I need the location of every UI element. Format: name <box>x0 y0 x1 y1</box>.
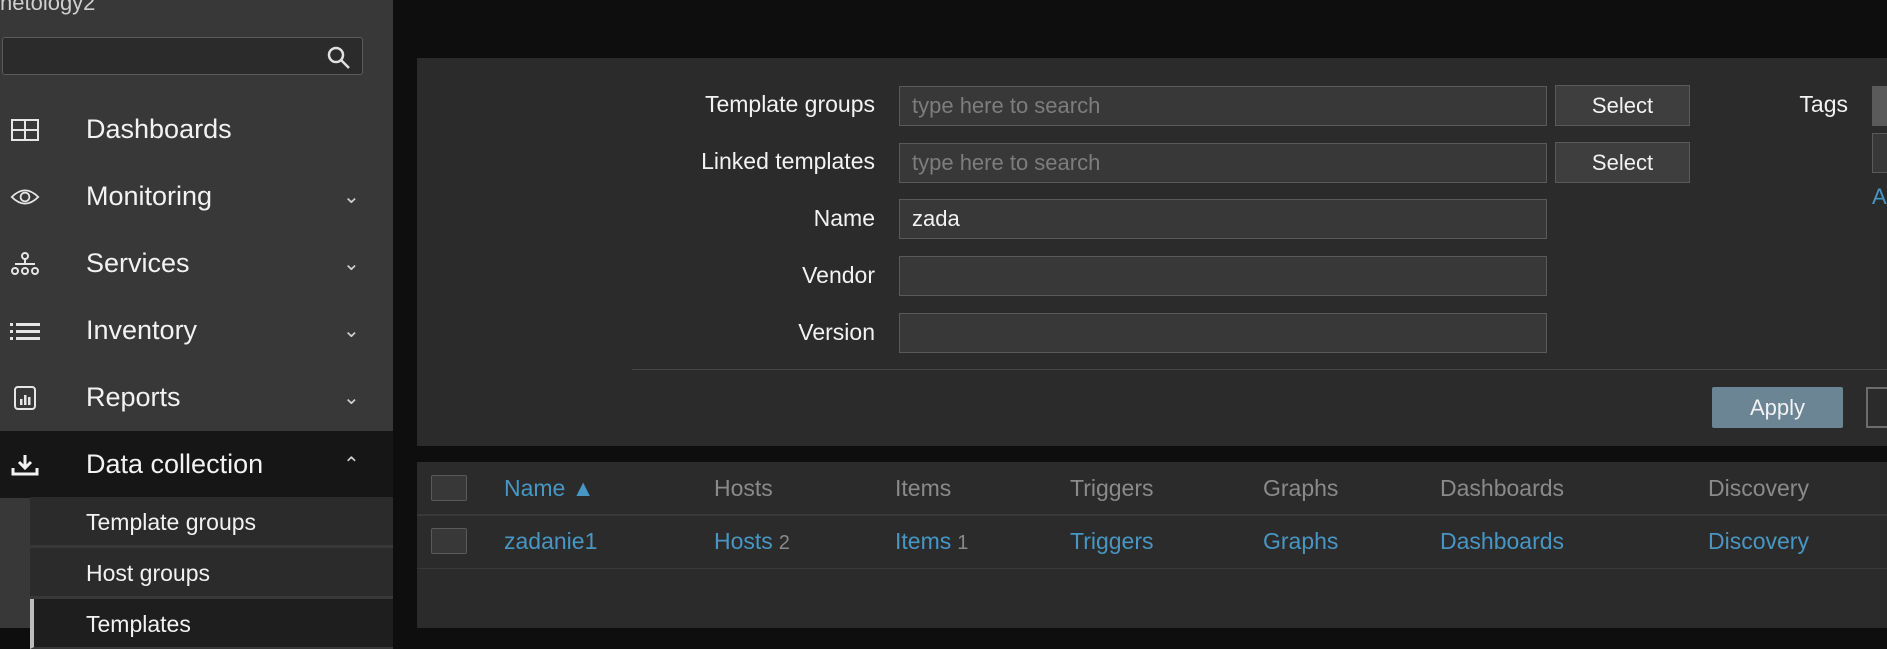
list-icon <box>10 316 40 346</box>
column-graphs: Graphs <box>1263 475 1339 501</box>
table-header: Name ▲ Hosts Items Triggers Graphs Dashb… <box>417 462 1887 516</box>
hosts-link-label: Hosts <box>714 528 773 554</box>
column-hosts: Hosts <box>714 475 773 501</box>
template-name-link[interactable]: zadanie1 <box>504 528 597 555</box>
submenu-item-template-groups[interactable]: Template groups <box>30 497 393 547</box>
linked-templates-input[interactable]: type here to search <box>899 143 1547 183</box>
column-dashboards: Dashboards <box>1440 475 1565 501</box>
sidebar-item-services[interactable]: Services ⌄ <box>0 230 393 297</box>
name-label: Name <box>813 205 875 231</box>
download-icon <box>10 450 40 480</box>
items-link[interactable]: Items 1 <box>895 528 968 555</box>
sidebar: netology2 Dashboards Monitoring ⌄ Servic… <box>0 0 393 649</box>
tag-input[interactable] <box>1872 133 1887 173</box>
row-checkbox[interactable] <box>431 528 467 554</box>
template-groups-input[interactable]: type here to search <box>899 86 1547 126</box>
search-icon[interactable] <box>326 45 352 71</box>
chevron-up-icon: ⌃ <box>343 454 360 476</box>
sidebar-item-label: Dashboards <box>86 114 232 144</box>
discovery-link[interactable]: Discovery <box>1708 528 1809 555</box>
chevron-down-icon: ⌄ <box>343 320 360 342</box>
triggers-link[interactable]: Triggers <box>1070 528 1154 555</box>
chevron-down-icon: ⌄ <box>343 387 360 409</box>
column-discovery: Discovery <box>1708 475 1809 501</box>
linked-templates-label: Linked templates <box>701 148 875 174</box>
add-tag-link[interactable]: A <box>1872 184 1887 210</box>
sidebar-item-label: Reports <box>86 382 181 412</box>
vendor-input[interactable] <box>899 256 1547 296</box>
sidebar-item-label: Monitoring <box>86 181 213 211</box>
column-items: Items <box>895 475 952 501</box>
apply-button[interactable]: Apply <box>1712 387 1843 428</box>
sidebar-item-label: Inventory <box>86 315 198 345</box>
items-link-label: Items <box>895 528 952 554</box>
template-groups-label: Template groups <box>704 91 875 117</box>
submenu-label: Templates <box>86 611 191 637</box>
dashboards-link[interactable]: Dashboards <box>1440 528 1564 555</box>
divider <box>632 369 1887 370</box>
eye-icon <box>10 182 40 212</box>
sidebar-item-dashboards[interactable]: Dashboards <box>0 96 393 163</box>
hosts-count: 2 <box>778 532 790 554</box>
dashboards-icon <box>10 115 40 145</box>
version-input[interactable] <box>899 313 1547 353</box>
report-icon <box>10 383 40 413</box>
submenu-item-templates[interactable]: Templates <box>30 599 393 649</box>
version-label: Version <box>798 319 875 345</box>
top-bar <box>393 0 1887 58</box>
table-row: zadanie1 Hosts 2 Items 1 Triggers Graphs D… <box>417 516 1887 569</box>
server-name: netology2 <box>0 0 96 15</box>
sidebar-item-label: Data collection <box>86 449 264 479</box>
vendor-label: Vendor <box>802 262 875 288</box>
templates-table: Name ▲ Hosts Items Triggers Graphs Dashb… <box>417 462 1887 628</box>
column-name[interactable]: Name ▲ <box>504 475 595 502</box>
name-input[interactable]: zada <box>899 199 1547 239</box>
submenu-label: Host groups <box>86 560 211 586</box>
select-all-checkbox[interactable] <box>431 475 467 501</box>
sidebar-item-inventory[interactable]: Inventory ⌄ <box>0 297 393 364</box>
graphs-link[interactable]: Graphs <box>1263 528 1338 555</box>
tags-operator-toggle[interactable] <box>1872 86 1887 126</box>
sidebar-item-monitoring[interactable]: Monitoring ⌄ <box>0 163 393 230</box>
chevron-down-icon: ⌄ <box>343 253 360 275</box>
tags-label: Tags <box>1799 91 1848 117</box>
submenu-label: Template groups <box>86 509 257 535</box>
services-icon <box>10 249 40 279</box>
hosts-link[interactable]: Hosts 2 <box>714 528 790 555</box>
linked-templates-select-button[interactable]: Select <box>1555 142 1690 183</box>
submenu-item-host-groups[interactable]: Host groups <box>30 548 393 598</box>
column-triggers: Triggers <box>1070 475 1154 501</box>
sidebar-item-label: Services <box>86 248 190 278</box>
sidebar-item-reports[interactable]: Reports ⌄ <box>0 364 393 431</box>
search-input[interactable] <box>2 37 363 75</box>
chevron-down-icon: ⌄ <box>343 186 360 208</box>
sidebar-item-data-collection[interactable]: Data collection ⌃ <box>0 431 393 498</box>
items-count: 1 <box>957 532 969 554</box>
reset-button[interactable] <box>1866 387 1887 428</box>
